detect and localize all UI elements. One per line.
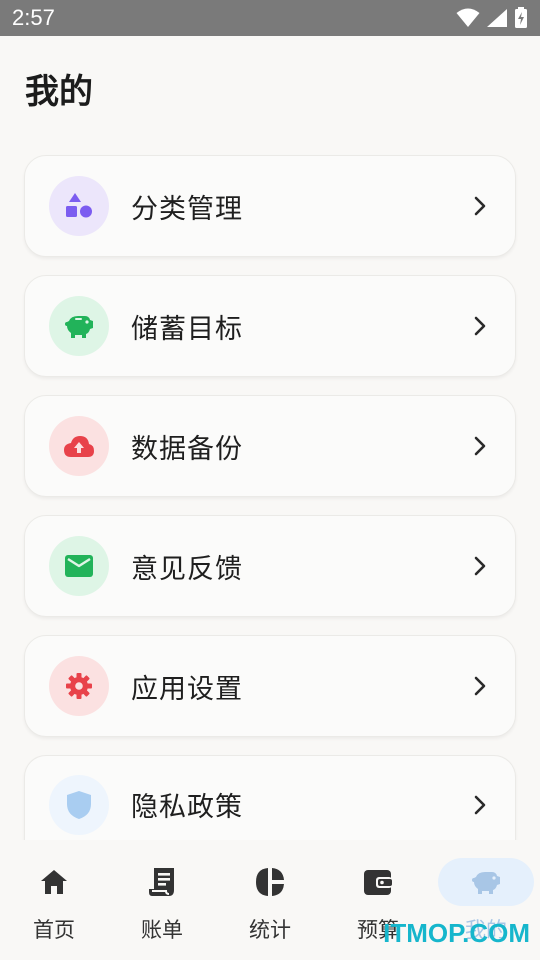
menu-item-app-settings[interactable]: 应用设置 bbox=[24, 635, 516, 737]
icon-badge bbox=[49, 296, 109, 356]
receipt-icon bbox=[149, 868, 174, 896]
chevron-right-icon bbox=[474, 556, 486, 576]
nav-label: 首页 bbox=[33, 918, 75, 942]
nav-item-bills[interactable]: 账单 bbox=[108, 840, 216, 960]
gear-icon bbox=[66, 673, 92, 699]
icon-badge bbox=[49, 176, 109, 236]
menu-item-label: 储蓄目标 bbox=[131, 313, 243, 345]
nav-item-home[interactable]: 首页 bbox=[0, 840, 108, 960]
nav-icon-wrap bbox=[330, 858, 426, 906]
watermark: ITMOP.COM bbox=[383, 918, 530, 948]
chevron-right-icon bbox=[474, 196, 486, 216]
cloud-upload-icon bbox=[64, 436, 94, 457]
nav-icon-wrap bbox=[222, 858, 318, 906]
status-icons bbox=[456, 7, 528, 29]
menu-item-label: 隐私政策 bbox=[131, 792, 243, 823]
status-bar: 2:57 bbox=[0, 0, 540, 36]
status-time: 2:57 bbox=[12, 5, 55, 30]
chevron-right-icon bbox=[474, 316, 486, 336]
icon-badge bbox=[49, 416, 109, 476]
page-title: 我的 bbox=[25, 72, 93, 112]
nav-icon-wrap bbox=[438, 858, 534, 906]
pie-chart-icon bbox=[256, 868, 284, 896]
piggy-bank-icon bbox=[472, 872, 500, 894]
menu-item-category-management[interactable]: 分类管理 bbox=[24, 155, 516, 257]
nav-label: 统计 bbox=[249, 918, 291, 942]
menu-item-label: 意见反馈 bbox=[131, 553, 243, 585]
home-icon bbox=[41, 870, 67, 894]
wallet-icon bbox=[364, 870, 392, 895]
menu-item-label: 数据备份 bbox=[131, 433, 243, 465]
chevron-right-icon bbox=[474, 676, 486, 696]
menu-item-data-backup[interactable]: 数据备份 bbox=[24, 395, 516, 497]
menu-item-feedback[interactable]: 意见反馈 bbox=[24, 515, 516, 617]
icon-badge bbox=[49, 774, 109, 835]
signal-icon bbox=[487, 9, 507, 27]
piggy-bank-icon bbox=[65, 316, 93, 338]
menu-item-savings-goal[interactable]: 储蓄目标 bbox=[24, 275, 516, 377]
shapes-icon bbox=[66, 193, 92, 218]
nav-label: 账单 bbox=[141, 918, 183, 942]
icon-badge bbox=[49, 536, 109, 596]
menu-item-label: 分类管理 bbox=[131, 193, 243, 225]
nav-icon-wrap bbox=[6, 858, 102, 906]
nav-item-statistics[interactable]: 统计 bbox=[216, 840, 324, 960]
mail-icon bbox=[65, 555, 93, 577]
chevron-right-icon bbox=[474, 436, 486, 456]
icon-badge bbox=[49, 656, 109, 716]
nav-icon-wrap bbox=[114, 858, 210, 906]
menu-item-label: 应用设置 bbox=[131, 673, 243, 705]
chevron-right-icon bbox=[474, 795, 486, 814]
menu-item-privacy-policy[interactable]: 隐私政策 bbox=[24, 755, 516, 845]
battery-icon bbox=[515, 7, 527, 28]
menu-list: 分类管理 储蓄目标 数据备份 意见反馈 应用设置 隐私政策 bbox=[24, 155, 516, 863]
wifi-icon bbox=[456, 8, 480, 27]
shield-icon bbox=[67, 790, 91, 819]
